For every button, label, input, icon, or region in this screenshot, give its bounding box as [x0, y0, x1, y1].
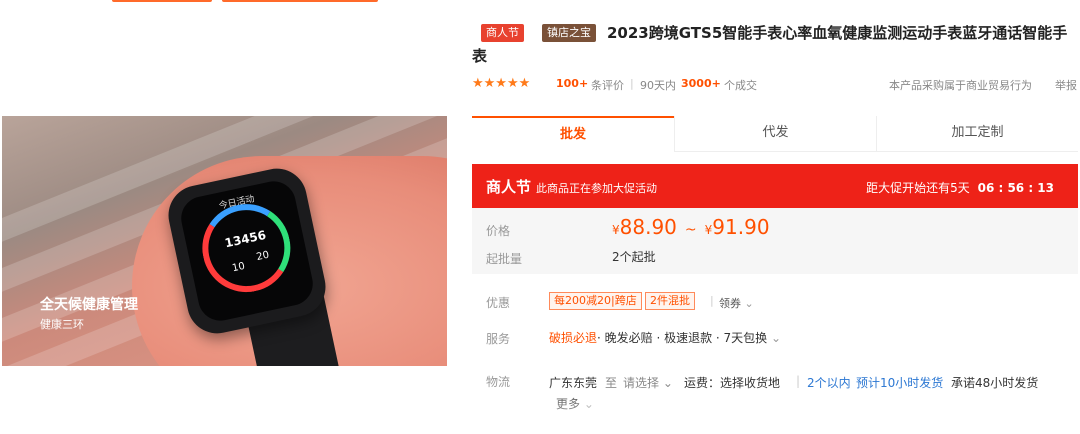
star-rating-icon[interactable]: ★★★★★: [472, 76, 530, 91]
product-page: 今日活动 13456 10 20 全天候健康管理 健康三环 2023跨境GTS5…: [0, 0, 1080, 434]
tab-dropship[interactable]: 代发: [674, 116, 876, 152]
ship-to: 至: [605, 376, 618, 390]
service-highlight: 破损必退: [549, 331, 598, 345]
destination-select[interactable]: 请选择 ⌄: [623, 374, 673, 391]
trade-notice: 本产品采购属于商业贸易行为: [889, 79, 1032, 92]
hero-subcaption: 健康三环: [40, 318, 84, 331]
review-count[interactable]: 100+: [556, 77, 588, 90]
price-label: 价格: [486, 224, 511, 238]
more-logistics-link[interactable]: 更多 ⌄: [556, 395, 594, 412]
price-tilde: ~: [684, 222, 697, 238]
ship-estimate: 预计10小时发货: [856, 376, 944, 390]
offers-label: 优惠: [486, 296, 511, 310]
price-box: 价格 ¥88.90 ~ ¥91.90 起批量 2个起批: [472, 208, 1078, 274]
promo-bar: 商人节 此商品正在参加大促活动 距大促开始还有5天 06 : 56 : 13: [472, 164, 1078, 208]
sold-prefix: 90天内: [640, 79, 676, 92]
chevron-down-icon: ⌄: [662, 376, 673, 390]
service-label: 服务: [486, 332, 511, 346]
ship-origin: 广东东莞: [549, 376, 598, 390]
price-range: ¥88.90 ~ ¥91.90: [612, 215, 770, 239]
shipping-fee: 运费：选择收货地: [684, 376, 781, 390]
price-max: 91.90: [712, 215, 770, 239]
tab-custom[interactable]: 加工定制: [876, 116, 1078, 152]
service-list[interactable]: 破损必退· 晚发必赔 · 极速退款 · 7天包换 ⌄: [549, 329, 781, 346]
sold-suffix: 个成交: [724, 79, 757, 92]
tab-wholesale[interactable]: 批发: [472, 116, 674, 152]
chevron-down-icon: ⌄: [583, 397, 594, 411]
currency-symbol: ¥: [612, 223, 620, 237]
ship-promise: 承诺48小时发货: [951, 376, 1039, 390]
coupon-cross-store[interactable]: 每200减20|跨店: [549, 292, 642, 310]
bottom-fade: [0, 384, 1080, 434]
badge-merchant-festival: 商人节: [481, 24, 524, 42]
countdown-label: 距大促开始还有5天: [866, 181, 970, 195]
rating-row: ★★★★★ 100+ 条评价 | 90天内 3000+ 个成交 本产品采购属于商…: [472, 76, 1077, 93]
sold-count: 3000+: [681, 77, 721, 90]
price-min: 88.90: [619, 215, 677, 239]
promo-countdown: 距大促开始还有5天 06 : 56 : 13: [866, 179, 1054, 196]
service-items: · 晚发必赔 · 极速退款 · 7天包换: [597, 331, 768, 345]
top-tab-cropped[interactable]: [222, 0, 378, 2]
product-image[interactable]: 今日活动 13456 10 20 全天候健康管理 健康三环: [2, 116, 447, 366]
countdown-time: 06 : 56 : 13: [977, 181, 1054, 195]
report-link[interactable]: 举报: [1055, 77, 1077, 93]
purchase-tabs: 批发 代发 加工定制: [472, 116, 1078, 152]
health-rings-icon: [194, 195, 299, 301]
chevron-down-icon: ⌄: [771, 331, 782, 345]
stock-range: 2个以内: [807, 376, 851, 390]
min-order-value: 2个起批: [612, 250, 656, 264]
logistics-label: 物流: [486, 375, 511, 389]
review-label[interactable]: 条评价: [591, 77, 624, 93]
hero-caption: 全天候健康管理: [40, 297, 138, 313]
min-order-label: 起批量: [486, 252, 523, 266]
top-tab-cropped[interactable]: [112, 0, 212, 2]
promo-desc: 此商品正在参加大促活动: [536, 182, 657, 195]
badge-store-treasure: 镇店之宝: [542, 24, 596, 42]
get-coupon-link[interactable]: 领券 ⌄: [719, 295, 754, 311]
promo-name: 商人节: [486, 178, 532, 196]
coupon-mixed-batch[interactable]: 2件混批: [645, 292, 695, 310]
chevron-down-icon: ⌄: [744, 297, 754, 310]
